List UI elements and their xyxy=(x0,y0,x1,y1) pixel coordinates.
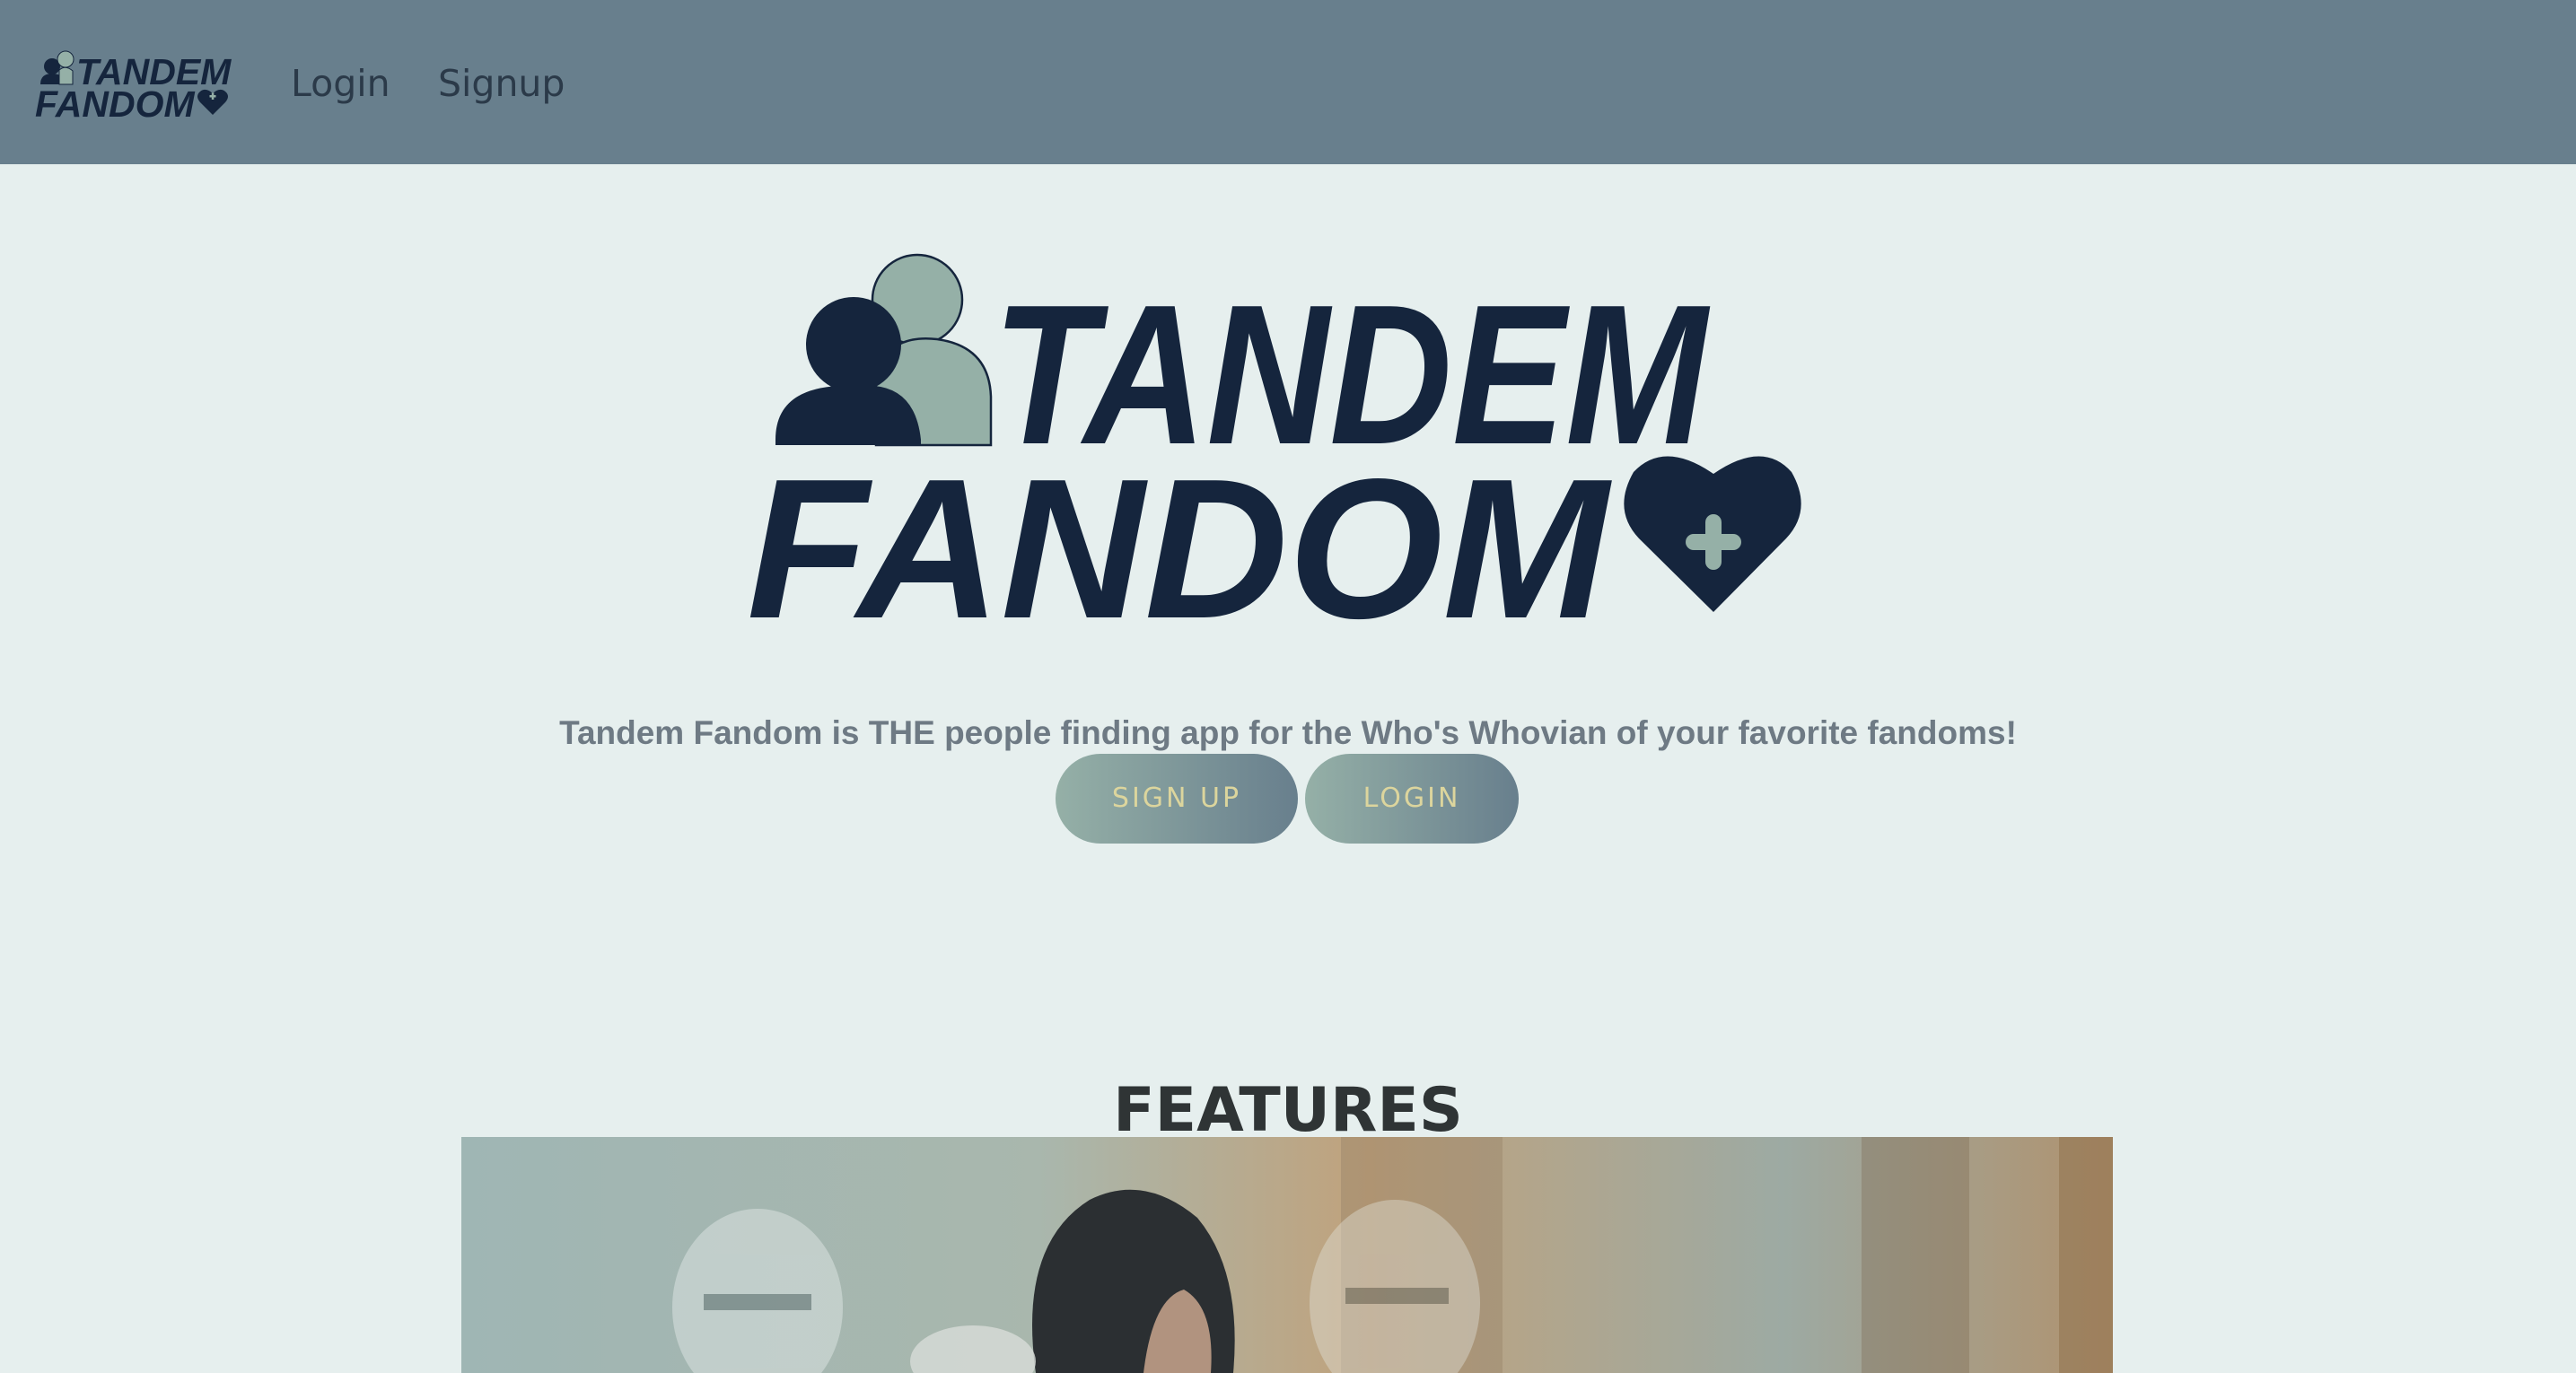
person-body-back xyxy=(58,66,74,85)
heart-plus-icon xyxy=(1624,456,1801,612)
cosplayer-photo-image xyxy=(461,1137,2113,1373)
brand-logo-text-bottom: FANDOM xyxy=(35,83,196,118)
brand-logo-icon: TANDEM FANDOM xyxy=(35,50,232,118)
login-button[interactable]: LOGIN xyxy=(1305,754,1519,844)
hero-logo-text-bottom: FANDOM xyxy=(747,438,1612,623)
signup-button[interactable]: SIGN UP xyxy=(1056,754,1298,844)
top-navbar: TANDEM FANDOM Login Signup xyxy=(0,0,2576,164)
brand-logo[interactable]: TANDEM FANDOM xyxy=(33,47,236,118)
person-head-back xyxy=(57,50,74,68)
hero-logo: TANDEM FANDOM xyxy=(740,253,1817,623)
tandem-fandom-logo-icon: TANDEM FANDOM xyxy=(747,253,1801,623)
features-hero-image xyxy=(461,1137,2113,1373)
nav-login-link[interactable]: Login xyxy=(291,59,390,108)
nav-signup-link[interactable]: Signup xyxy=(438,59,565,108)
hero-tagline: Tandem Fandom is THE people finding app … xyxy=(559,714,2017,751)
